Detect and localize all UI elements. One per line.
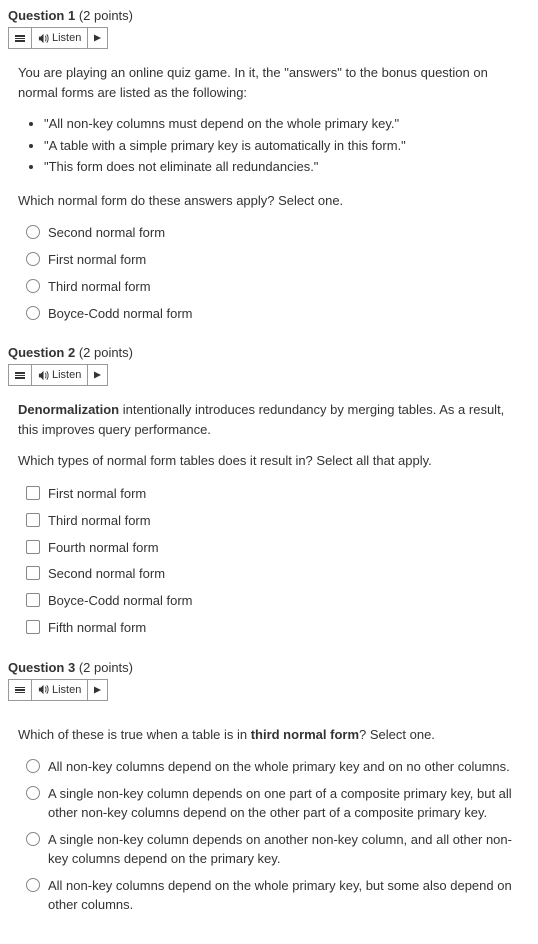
radio-icon: [26, 786, 40, 800]
listen-button[interactable]: Listen: [32, 365, 88, 385]
question-prompt: Which normal form do these answers apply…: [18, 191, 524, 211]
listen-button[interactable]: Listen: [32, 680, 88, 700]
listen-label: Listen: [52, 684, 81, 696]
question-toolbar: Listen: [8, 679, 108, 701]
question-header: Question 3 (2 points): [8, 660, 530, 675]
sound-icon: [38, 370, 49, 381]
choice-label: A single non-key column depends on anoth…: [48, 831, 524, 869]
choice-option[interactable]: Second normal form: [26, 224, 524, 243]
question-title: Question 3: [8, 660, 75, 675]
choice-label: Boyce-Codd normal form: [48, 305, 193, 324]
question-points: (2 points): [79, 345, 133, 360]
choice-list: All non-key columns depend on the whole …: [18, 758, 524, 914]
checkbox-icon: [26, 540, 40, 554]
radio-icon: [26, 306, 40, 320]
play-button[interactable]: [88, 680, 107, 700]
clue-item: "This form does not eliminate all redund…: [44, 157, 524, 177]
question-toolbar: Listen: [8, 364, 108, 386]
question-1: Question 1 (2 points) Listen You are pla…: [8, 8, 530, 323]
radio-icon: [26, 878, 40, 892]
choice-option[interactable]: Third normal form: [26, 278, 524, 297]
choice-option[interactable]: All non-key columns depend on the whole …: [26, 758, 524, 777]
menu-icon: [15, 686, 25, 694]
choice-label: Third normal form: [48, 278, 151, 297]
choice-label: All non-key columns depend on the whole …: [48, 877, 524, 915]
choice-label: Boyce-Codd normal form: [48, 592, 193, 611]
choice-label: Second normal form: [48, 224, 165, 243]
listen-label: Listen: [52, 32, 81, 44]
menu-button[interactable]: [9, 28, 32, 48]
prompt-post: ? Select one.: [359, 727, 435, 742]
menu-button[interactable]: [9, 365, 32, 385]
choice-option[interactable]: Fifth normal form: [26, 619, 524, 638]
question-toolbar: Listen: [8, 27, 108, 49]
radio-icon: [26, 832, 40, 846]
play-icon: [94, 371, 101, 379]
question-body: Denormalization intentionally introduces…: [8, 400, 530, 638]
question-prompt: Which of these is true when a table is i…: [18, 725, 524, 745]
clue-item: "All non-key columns must depend on the …: [44, 114, 524, 134]
checkbox-icon: [26, 566, 40, 580]
prompt-pre: Which of these is true when a table is i…: [18, 727, 251, 742]
checkbox-icon: [26, 620, 40, 634]
question-body: You are playing an online quiz game. In …: [8, 63, 530, 323]
radio-icon: [26, 225, 40, 239]
listen-label: Listen: [52, 369, 81, 381]
question-2: Question 2 (2 points) Listen Denormaliza…: [8, 345, 530, 638]
checkbox-icon: [26, 593, 40, 607]
radio-icon: [26, 279, 40, 293]
choice-option[interactable]: First normal form: [26, 485, 524, 504]
checkbox-icon: [26, 513, 40, 527]
question-prompt: Which types of normal form tables does i…: [18, 451, 524, 471]
clue-list: "All non-key columns must depend on the …: [44, 114, 524, 177]
play-button[interactable]: [88, 365, 107, 385]
choice-label: First normal form: [48, 251, 146, 270]
listen-button[interactable]: Listen: [32, 28, 88, 48]
choice-option[interactable]: Boyce-Codd normal form: [26, 592, 524, 611]
intro-bold: Denormalization: [18, 402, 119, 417]
choice-label: Third normal form: [48, 512, 151, 531]
choice-option[interactable]: Fourth normal form: [26, 539, 524, 558]
choice-option[interactable]: A single non-key column depends on one p…: [26, 785, 524, 823]
sound-icon: [38, 684, 49, 695]
sound-icon: [38, 33, 49, 44]
choice-option[interactable]: Second normal form: [26, 565, 524, 584]
choice-option[interactable]: First normal form: [26, 251, 524, 270]
choice-label: First normal form: [48, 485, 146, 504]
choice-option[interactable]: Boyce-Codd normal form: [26, 305, 524, 324]
clue-item: "A table with a simple primary key is au…: [44, 136, 524, 156]
question-3: Question 3 (2 points) Listen Which of th…: [8, 660, 530, 914]
question-title: Question 1: [8, 8, 75, 23]
menu-icon: [15, 34, 25, 42]
question-title: Question 2: [8, 345, 75, 360]
choice-option[interactable]: All non-key columns depend on the whole …: [26, 877, 524, 915]
prompt-bold: third normal form: [251, 727, 359, 742]
menu-button[interactable]: [9, 680, 32, 700]
choice-list: First normal form Third normal form Four…: [18, 485, 524, 638]
choice-option[interactable]: Third normal form: [26, 512, 524, 531]
question-intro: You are playing an online quiz game. In …: [18, 63, 524, 102]
checkbox-icon: [26, 486, 40, 500]
question-body: Which of these is true when a table is i…: [8, 725, 530, 914]
play-button[interactable]: [88, 28, 107, 48]
choice-list: Second normal form First normal form Thi…: [18, 224, 524, 323]
question-points: (2 points): [79, 660, 133, 675]
menu-icon: [15, 371, 25, 379]
question-intro: Denormalization intentionally introduces…: [18, 400, 524, 439]
radio-icon: [26, 252, 40, 266]
radio-icon: [26, 759, 40, 773]
choice-label: All non-key columns depend on the whole …: [48, 758, 510, 777]
play-icon: [94, 686, 101, 694]
question-points: (2 points): [79, 8, 133, 23]
question-header: Question 2 (2 points): [8, 345, 530, 360]
choice-label: A single non-key column depends on one p…: [48, 785, 524, 823]
question-header: Question 1 (2 points): [8, 8, 530, 23]
choice-label: Fifth normal form: [48, 619, 146, 638]
choice-label: Fourth normal form: [48, 539, 159, 558]
play-icon: [94, 34, 101, 42]
choice-label: Second normal form: [48, 565, 165, 584]
choice-option[interactable]: A single non-key column depends on anoth…: [26, 831, 524, 869]
